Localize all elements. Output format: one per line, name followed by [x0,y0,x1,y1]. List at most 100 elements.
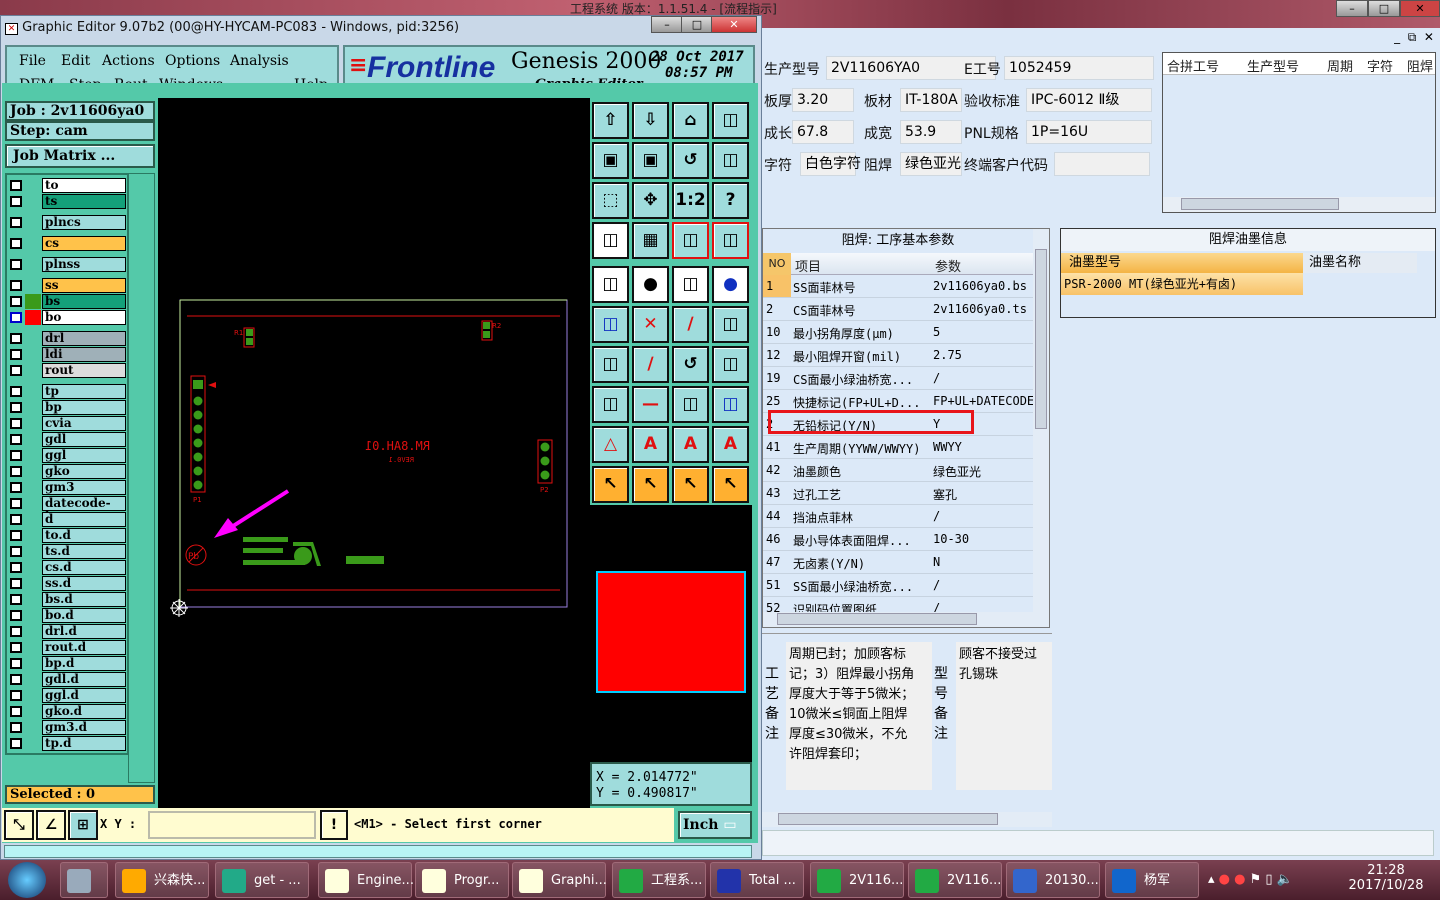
table-row[interactable]: 47 无卤素(Y/N) N [763,551,1033,574]
add-icon[interactable]: ◫ [592,386,629,423]
merge-grid-header[interactable]: 字符 [1367,56,1393,75]
merge-grid-header[interactable]: 合拼工号 [1167,56,1219,75]
taskbar-item[interactable]: Engine... [318,862,414,898]
layer-checkbox[interactable] [10,674,22,685]
ink-table[interactable]: 阻焊油墨信息 油墨型号 油墨名称 PSR-2000 MT(绿色亚光+有卤) [1060,228,1436,318]
menu-options[interactable]: Options [165,53,220,69]
table-row[interactable]: 12 最小阻焊开窗(mil) 2.75 [763,344,1033,367]
layer-to.d[interactable]: to.d [8,528,126,543]
units-selector[interactable]: Inch ▭ [678,811,752,839]
layer-checkbox[interactable] [10,706,22,717]
layer-checkbox[interactable] [10,722,22,733]
bg-close-button[interactable]: ✕ [1400,0,1440,17]
layer-ss.d[interactable]: ss.d [8,576,126,591]
layer-checkbox[interactable] [10,196,22,207]
taskbar-item[interactable]: get - ... [215,862,309,898]
layer-tp[interactable]: tp [8,384,126,399]
form-field[interactable] [1054,152,1150,176]
form-field[interactable]: 1052459 [1004,56,1154,80]
form-field[interactable]: 1P=16U [1026,120,1152,144]
arrow-a-icon[interactable]: A [632,426,669,463]
layer-checkbox[interactable] [10,333,22,344]
layer-checkbox[interactable] [10,610,22,621]
col-item[interactable]: 项目 [795,256,821,275]
layer-checkbox[interactable] [10,562,22,573]
layer-ggl.d[interactable]: ggl.d [8,688,126,703]
layer-ldi[interactable]: ldi [8,347,126,362]
text-a2-icon[interactable]: A [712,426,749,463]
table-row[interactable]: 41 生产周期(YYWW/WWYY) WWYY [763,436,1033,459]
layer-color-swatch[interactable] [25,310,41,325]
layer-d[interactable]: d [8,512,126,527]
layer-ss[interactable]: ss [8,278,126,293]
help-icon[interactable]: ? [712,182,749,219]
layer-gm3[interactable]: gm3 [8,480,126,495]
taskbar-item[interactable]: Total ... [710,862,804,898]
layer-ggl[interactable]: ggl [8,448,126,463]
table-row[interactable]: 46 最小导体表面阻焊... 10-30 [763,528,1033,551]
alert-icon[interactable]: ! [320,810,348,840]
cross-icon[interactable]: ✕ [632,306,669,343]
line-icon[interactable]: ∕ [672,306,709,343]
layer-checkbox[interactable] [10,738,22,749]
minimize-button[interactable]: – [651,16,683,33]
taskbar-item[interactable]: 20130... [1006,862,1100,898]
merge-grid-header[interactable]: 生产型号 [1247,56,1299,75]
taskbar-item[interactable]: 杨军 [1105,862,1199,898]
merge-grid-header[interactable]: 周期 [1327,56,1353,75]
layer-rout.d[interactable]: rout.d [8,640,126,655]
layer-checkbox[interactable] [10,642,22,653]
fit-icon[interactable]: ⬚ [592,182,629,219]
angle-icon[interactable]: ∠ [36,810,66,840]
taskbar-item[interactable]: 工程系... [612,862,706,898]
start-button[interactable] [8,862,46,898]
col-param[interactable]: 参数 [935,256,961,275]
process-note-text[interactable]: 周期已封；加顾客标记；3）阻焊最小拐角厚度大于等于5微米；10微米≤铜面上阻焊厚… [786,642,932,790]
layer-checkbox[interactable] [10,418,22,429]
layer-checkbox[interactable] [10,498,22,509]
snap2-icon[interactable]: ◫ [712,222,749,259]
table-row[interactable]: 43 过孔工艺 塞孔 [763,482,1033,505]
taskbar-item[interactable]: 2V116... [810,862,904,898]
layer-plnss[interactable]: plnss [8,257,126,272]
model-note-text[interactable]: 顾客不接受过孔锡珠 [956,642,1052,790]
form-field[interactable]: 白色字符 [800,152,861,176]
pan-right-icon[interactable]: ▣ [632,142,669,179]
mirror-icon[interactable]: ◫ [712,346,749,383]
select-poly-icon[interactable]: ↖ [672,466,709,503]
layer-drl[interactable]: drl [8,331,126,346]
layer-bs[interactable]: bs [8,294,126,309]
layer-cvia[interactable]: cvia [8,416,126,431]
layer-ts[interactable]: ts [8,194,126,209]
layer-checkbox[interactable] [10,280,22,291]
form-field[interactable]: 3.20 [792,88,854,112]
form-field[interactable]: IPC-6012 Ⅱ级 [1026,88,1152,112]
angle-icon[interactable]: ◫ [592,346,629,383]
job-matrix-button[interactable]: Job Matrix ... [5,144,155,168]
table-row[interactable]: 44 挡油点菲林 / [763,505,1033,528]
layer-bo[interactable]: bo [8,310,126,325]
form-field[interactable]: 67.8 [792,120,854,144]
layer-checkbox[interactable] [10,312,22,323]
layer-gko[interactable]: gko [8,464,126,479]
form-field[interactable]: IT-180A [900,88,962,112]
clock[interactable]: 21:28 2017/10/28 [1346,863,1426,893]
table-row[interactable]: 42 油墨颜色 绿色亚光 [763,459,1033,482]
snap-icon[interactable]: ◫ [672,222,709,259]
layer-bo.d[interactable]: bo.d [8,608,126,623]
layer-checkbox[interactable] [10,365,22,376]
connect-icon[interactable]: ◫ [592,306,629,343]
layer-bp.d[interactable]: bp.d [8,656,126,671]
table-row[interactable]: 1 SS面菲林号 2v11606ya0.bs [763,275,1033,298]
form-field[interactable]: 53.9 [900,120,962,144]
bg-minimize-button[interactable]: – [1336,0,1368,17]
layer-checkbox[interactable] [10,238,22,249]
zoom-fit-icon[interactable]: ⤡ [4,810,34,840]
params-vscrollbar[interactable] [1033,229,1049,613]
layer-gko.d[interactable]: gko.d [8,704,126,719]
graphic-canvas[interactable]: RM.8AH.01 REV0.1 P1 P2 R1 R2 Pb [158,98,590,808]
col-no[interactable]: NO [763,253,791,275]
layer-plncs[interactable]: plncs [8,215,126,230]
point-icon[interactable]: ● [712,266,749,303]
layer-bs.d[interactable]: bs.d [8,592,126,607]
